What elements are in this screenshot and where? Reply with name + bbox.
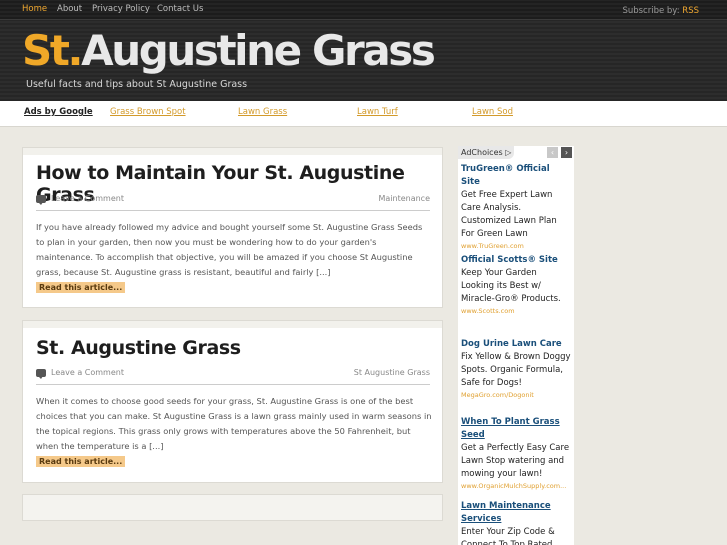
comment-icon	[36, 369, 46, 379]
ad-text: Fix Yellow & Brown Doggy Spots. Organic …	[461, 352, 571, 388]
comment-icon	[36, 195, 46, 205]
ad-url[interactable]: www.OrganicMulchSupply.com...	[461, 481, 571, 491]
nav-contact-us[interactable]: Contact Us	[157, 4, 203, 14]
read-more-button[interactable]: Read this article...	[36, 282, 126, 293]
ad-url[interactable]: MegaGro.com/Dogonit	[461, 390, 571, 400]
nav-privacy-policy[interactable]: Privacy Policy	[92, 4, 150, 14]
ad-title[interactable]: Lawn Maintenance Services	[461, 500, 571, 526]
ad-link-lawn-sod[interactable]: Lawn Sod	[472, 107, 513, 117]
logo-st: St.	[22, 26, 83, 75]
site-tagline: Useful facts and tips about St Augustine…	[26, 79, 248, 90]
read-more-button[interactable]: Read this article...	[36, 456, 126, 467]
leave-comment-link[interactable]: Leave a Comment	[51, 194, 124, 203]
ad-links-bar: Ads by Google Grass Brown Spot Lawn Gras…	[0, 101, 727, 127]
ads-by-google-label[interactable]: Ads by Google	[24, 107, 93, 117]
ad-text: Get a Perfectly Easy Care Lawn Stop wate…	[461, 443, 570, 479]
adchoices-icon: ▷	[505, 148, 512, 157]
ad-title[interactable]: TruGreen® Official Site	[461, 163, 571, 189]
adchoices-badge[interactable]: AdChoices ▷	[458, 146, 515, 159]
ad-item[interactable]: Dog Urine Lawn Care Fix Yellow & Brown D…	[461, 338, 571, 400]
ad-link-lawn-turf[interactable]: Lawn Turf	[357, 107, 398, 117]
ad-text: Keep Your Garden Looking its Best w/ Mir…	[461, 268, 561, 304]
sidebar-ad-unit: AdChoices ▷ ‹ › TruGreen® Official Site …	[458, 146, 574, 545]
ad-text: Get Free Expert Lawn Care Analysis. Cust…	[461, 190, 557, 239]
top-navigation: Home About Privacy Policy Contact Us Sub…	[0, 0, 727, 20]
nav-about[interactable]: About	[57, 4, 82, 14]
content-footer-box	[22, 494, 443, 521]
adchoices-label: AdChoices	[461, 148, 503, 157]
ad-item[interactable]: TruGreen® Official Site Get Free Expert …	[461, 163, 571, 251]
post-card: St. Augustine Grass Leave a Comment St A…	[22, 320, 443, 483]
ad-next-button[interactable]: ›	[561, 147, 572, 158]
ad-url[interactable]: www.Scotts.com	[461, 306, 571, 316]
ad-title[interactable]: Official Scotts® Site	[461, 254, 571, 267]
leave-comment-link[interactable]: Leave a Comment	[51, 368, 124, 377]
nav-home[interactable]: Home	[22, 4, 47, 14]
ad-link-lawn-grass[interactable]: Lawn Grass	[238, 107, 287, 117]
post-excerpt: If you have already followed my advice a…	[36, 222, 423, 277]
logo-title: Augustine Grass	[81, 26, 436, 75]
post-title[interactable]: St. Augustine Grass	[36, 337, 241, 359]
subscribe-label: Subscribe by:	[622, 6, 680, 16]
ad-item[interactable]: Lawn Maintenance Services Enter Your Zip…	[461, 500, 571, 545]
ad-prev-button[interactable]: ‹	[547, 147, 558, 158]
post-category[interactable]: Maintenance	[378, 194, 430, 203]
post-card: How to Maintain Your St. Augustine Grass…	[22, 147, 443, 308]
ad-text: Enter Your Zip Code & Connect To Top Rat…	[461, 527, 555, 545]
ad-item[interactable]: When To Plant Grass Seed Get a Perfectly…	[461, 416, 571, 491]
site-header: Home About Privacy Policy Contact Us Sub…	[0, 0, 727, 101]
post-meta: Leave a Comment Maintenance	[36, 193, 430, 211]
subscribe-area: Subscribe by: RSS	[622, 6, 699, 16]
site-logo[interactable]: St.Augustine Grass	[22, 26, 436, 76]
ad-url[interactable]: www.TruGreen.com	[461, 241, 571, 251]
ad-title[interactable]: Dog Urine Lawn Care	[461, 338, 571, 351]
post-meta: Leave a Comment St Augustine Grass	[36, 367, 430, 385]
post-category[interactable]: St Augustine Grass	[354, 368, 430, 377]
rss-link[interactable]: RSS	[682, 6, 699, 16]
ad-item[interactable]: Official Scotts® Site Keep Your Garden L…	[461, 254, 571, 316]
ad-link-grass-brown-spot[interactable]: Grass Brown Spot	[110, 107, 186, 117]
post-excerpt: When it comes to choose good seeds for y…	[36, 396, 432, 451]
ad-title[interactable]: When To Plant Grass Seed	[461, 416, 571, 442]
